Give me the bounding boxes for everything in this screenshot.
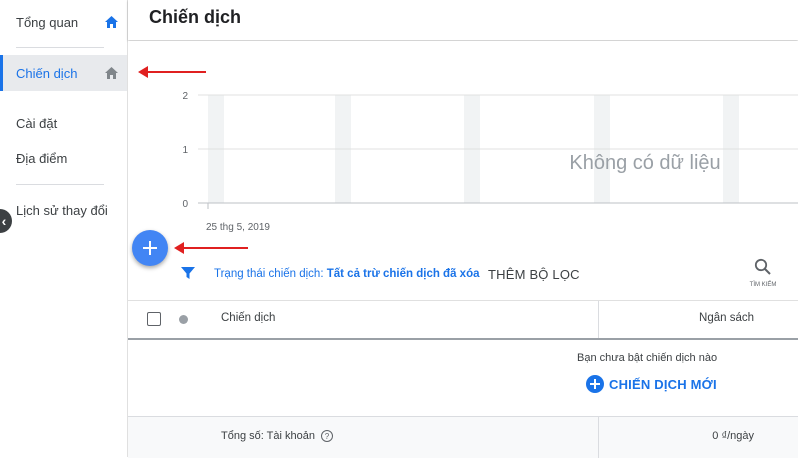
home-icon [104,15,118,29]
empty-state: Bạn chưa bật chiến dịch nào CHIẾN DỊCH M… [128,340,798,416]
sidebar-item-label: Chiến dịch [16,65,78,81]
help-icon[interactable]: ? [320,430,333,442]
add-filter-button[interactable]: THÊM BỘ LỌC [488,267,580,282]
total-label-text: Tổng số: Tài khoản [221,430,315,442]
column-header-budget[interactable]: Ngân sách [699,312,754,324]
status-filter-prefix: Trạng thái chiến dịch: [214,268,327,280]
sidebar-item-label: Tổng quan [16,14,79,30]
status-filter-chip[interactable]: Trạng thái chiến dịch: Tất cả trừ chiến … [214,268,480,280]
new-campaign-button[interactable]: CHIẾN DỊCH MỚI [586,375,717,393]
chart-svg: 2 1 0 25 thg 5, 2019 Không có dữ liệu [182,91,798,233]
page-title: Chiến dịch [149,7,242,27]
page-header: Chiến dịch [128,0,798,40]
sidebar-item-settings[interactable]: Cài đặt [0,105,127,141]
y-tick-label: 1 [182,145,188,156]
sidebar-divider [16,47,104,48]
sidebar-item-label: Lịch sử thay đổi [16,202,108,218]
sidebar-item-locations[interactable]: Địa điểm [0,140,127,176]
total-label: Tổng số: Tài khoản ? [221,430,333,442]
y-tick-label: 2 [182,91,188,102]
status-filter-value: Tất cả trừ chiến dịch đã xóa [326,268,480,280]
search-icon [754,258,771,275]
plus-circle-icon [586,375,604,393]
x-tick-label: 25 thg 5, 2019 [206,222,270,233]
total-row: Tổng số: Tài khoản ? 0 ₫/ngày [128,416,798,458]
sidebar: Tổng quan Chiến dịch Cài đặt Địa điểm Lị… [0,0,128,457]
empty-message: Bạn chưa bật chiến dịch nào [577,352,718,364]
table-header: Chiến dịch Ngân sách [128,301,798,340]
chart-empty-label: Không có dữ liệu [569,152,720,174]
home-icon [104,66,118,80]
status-dot-icon [179,315,188,324]
sidebar-divider [16,184,104,185]
select-all-checkbox[interactable] [147,312,161,326]
performance-chart: 2 1 0 25 thg 5, 2019 Không có dữ liệu [128,41,798,246]
column-divider [598,417,599,458]
sidebar-item-change-history[interactable]: Lịch sử thay đổi [0,192,127,228]
search-button[interactable]: TÌM KIẾM [746,258,780,288]
annotation-arrow [138,66,206,78]
column-header-campaign[interactable]: Chiến dịch [221,312,275,324]
new-campaign-label: CHIẾN DỊCH MỚI [609,376,717,392]
plus-icon [143,241,157,255]
search-label: TÌM KIẾM [749,282,777,288]
sidebar-item-campaigns[interactable]: Chiến dịch [0,55,127,91]
column-divider [598,301,599,338]
sidebar-item-overview[interactable]: Tổng quan [0,4,127,40]
total-budget-value: 0 ₫/ngày [712,430,754,442]
annotation-arrow [174,242,248,254]
add-campaign-fab[interactable] [132,230,168,266]
sidebar-item-label: Cài đặt [16,115,58,131]
y-tick-label: 0 [182,199,188,210]
chevron-left-icon: ‹ [1,213,7,229]
filter-bar: Trạng thái chiến dịch: Tất cả trừ chiến … [128,250,798,301]
sidebar-item-label: Địa điểm [16,150,68,166]
filter-icon[interactable] [180,265,196,281]
